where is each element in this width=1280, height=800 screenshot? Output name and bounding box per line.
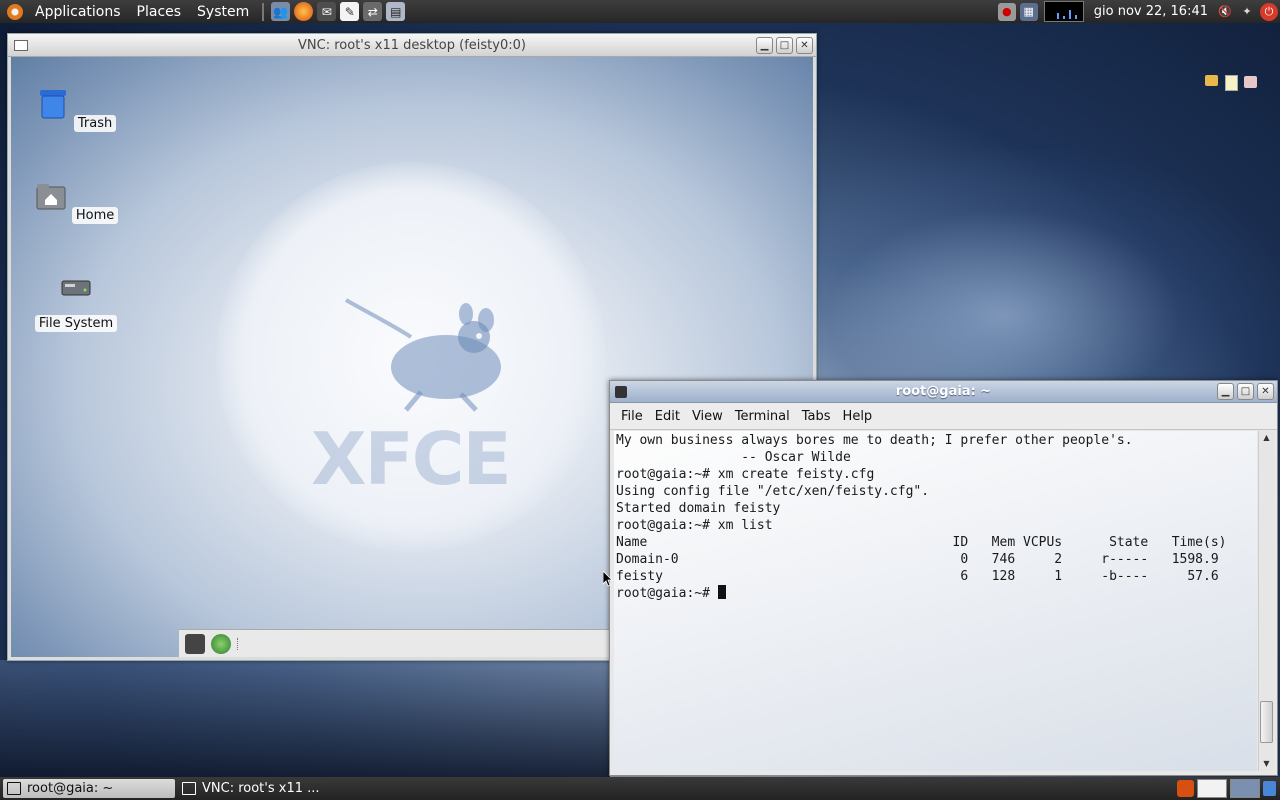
terminal-line: Domain-0 0 746 2 r----- 1598.9 xyxy=(616,552,1219,567)
terminal-window-title: root@gaia: ~ xyxy=(895,384,992,399)
mouse-pointer-icon xyxy=(603,571,613,587)
maximize-button[interactable]: □ xyxy=(776,36,793,54)
desktop-icon-home[interactable]: Home xyxy=(31,179,121,224)
menu-view[interactable]: View xyxy=(686,409,729,424)
desktop-bookmark-icon[interactable] xyxy=(1244,76,1257,88)
menu-help[interactable]: Help xyxy=(837,409,879,424)
close-button[interactable]: ✕ xyxy=(1257,383,1274,400)
top-panel: Applications Places System 👥 ✉ ✎ ⇄ ▤ ● ▦… xyxy=(0,0,1280,23)
mail-icon[interactable]: ✉ xyxy=(317,2,337,21)
ubuntu-logo-icon[interactable] xyxy=(7,3,23,20)
panel-separator xyxy=(262,2,265,21)
terminal-task-icon xyxy=(7,782,21,795)
terminal-scrollbar[interactable]: ▲ ▼ xyxy=(1258,431,1274,771)
maximize-button[interactable]: □ xyxy=(1237,383,1254,400)
scrollbar-thumb[interactable] xyxy=(1260,701,1273,743)
panel-handle xyxy=(237,638,241,650)
volume-muted-icon[interactable]: 🔇 xyxy=(1216,3,1234,21)
window-menu-icon[interactable] xyxy=(14,39,28,51)
clock[interactable]: gio nov 22, 16:41 xyxy=(1088,4,1214,19)
drive-icon xyxy=(61,280,91,296)
system-monitor-graph[interactable] xyxy=(1043,1,1084,22)
editor-icon[interactable]: ✎ xyxy=(340,2,360,21)
taskbar-item-terminal[interactable]: root@gaia: ~ xyxy=(3,779,175,798)
terminal-line: My own business always bores me to death… xyxy=(616,433,1133,448)
terminal-prompt: root@gaia:~# xyxy=(616,586,718,601)
terminal-line: Name ID Mem VCPUs State Time(s) xyxy=(616,535,1227,550)
terminal-line: Started domain feisty xyxy=(616,501,781,516)
workspace-2[interactable] xyxy=(1230,779,1260,798)
terminal-output[interactable]: My own business always bores me to death… xyxy=(614,431,1257,771)
xfce-wordmark: XFCE xyxy=(311,417,512,501)
desktop-icon-label: Home xyxy=(71,207,119,224)
vnc-titlebar[interactable]: VNC: root's x11 desktop (feisty0:0) ▁ □ … xyxy=(8,34,816,57)
scroll-up-arrow-icon[interactable]: ▲ xyxy=(1259,431,1274,445)
desktop-icon-filesystem[interactable]: File System xyxy=(31,271,121,332)
vnc-window-title: VNC: root's x11 desktop (feisty0:0) xyxy=(298,37,526,53)
xfce-mouse-logo xyxy=(345,298,501,412)
network-icon[interactable]: ⇄ xyxy=(363,2,383,21)
desktop-icon-label: Trash xyxy=(73,115,117,132)
text-cursor xyxy=(717,585,726,599)
browser-launcher-icon[interactable] xyxy=(211,634,231,654)
terminal-titlebar[interactable]: root@gaia: ~ ▁ □ ✕ xyxy=(610,381,1277,403)
window-task-icon xyxy=(182,782,196,795)
trash-icon xyxy=(39,90,66,119)
menu-tabs[interactable]: Tabs xyxy=(796,409,837,424)
menu-file[interactable]: File xyxy=(615,409,649,424)
menu-system[interactable]: System xyxy=(189,4,257,20)
desktop-document-icon[interactable] xyxy=(1225,75,1238,91)
menu-applications[interactable]: Applications xyxy=(27,4,129,20)
terminal-window: root@gaia: ~ ▁ □ ✕ File Edit View Termin… xyxy=(609,380,1278,776)
firefox-icon[interactable] xyxy=(294,2,314,21)
terminal-line: root@gaia:~# xm create feisty.cfg xyxy=(616,467,875,482)
home-folder-icon xyxy=(36,184,66,210)
wallpaper-shadow xyxy=(0,660,610,780)
terminal-icon[interactable]: ▤ xyxy=(386,2,406,21)
network-manager-icon[interactable]: ▦ xyxy=(1019,2,1038,21)
terminal-line: feisty 6 128 1 -b---- 57.6 xyxy=(616,569,1219,584)
menu-places[interactable]: Places xyxy=(129,4,190,20)
notification-icon[interactable] xyxy=(1177,780,1194,797)
minimize-button[interactable]: ▁ xyxy=(756,36,773,54)
minimize-button[interactable]: ▁ xyxy=(1217,383,1234,400)
workspace-1[interactable] xyxy=(1197,779,1227,798)
terminal-prompt-line: root@gaia:~# xyxy=(616,585,1255,602)
terminal-window-icon[interactable] xyxy=(615,385,627,398)
taskbar-item-vnc[interactable]: VNC: root's x11 ... xyxy=(178,779,335,798)
scroll-down-arrow-icon[interactable]: ▼ xyxy=(1259,757,1274,771)
system-tray: ● ▦ gio nov 22, 16:41 🔇 ✦ ⏻ xyxy=(996,0,1280,23)
taskbar-item-label: root@gaia: ~ xyxy=(27,781,114,796)
desktop-icon-label: File System xyxy=(34,315,118,332)
trash-applet-icon[interactable] xyxy=(1263,781,1276,796)
terminal-menubar: File Edit View Terminal Tabs Help xyxy=(610,403,1277,430)
bottom-panel: root@gaia: ~ VNC: root's x11 ... xyxy=(0,777,1280,800)
terminal-line: root@gaia:~# xm list xyxy=(616,518,773,533)
taskbar-item-label: VNC: root's x11 ... xyxy=(202,781,320,796)
terminal-line: -- Oscar Wilde xyxy=(616,450,851,465)
menu-terminal[interactable]: Terminal xyxy=(729,409,796,424)
people-icon[interactable]: 👥 xyxy=(271,2,291,21)
tools-icon[interactable]: ✦ xyxy=(1238,3,1256,21)
menu-edit[interactable]: Edit xyxy=(649,409,686,424)
desktop-icon-trash[interactable]: Trash xyxy=(31,87,121,132)
terminal-line: Using config file "/etc/xen/feisty.cfg". xyxy=(616,484,930,499)
desktop-folder-icon[interactable] xyxy=(1205,75,1218,86)
power-icon[interactable]: ⏻ xyxy=(1260,2,1278,21)
terminal-launcher-icon[interactable] xyxy=(185,634,205,654)
close-button[interactable]: ✕ xyxy=(796,36,813,54)
user-switch-icon[interactable]: ● xyxy=(997,2,1016,21)
